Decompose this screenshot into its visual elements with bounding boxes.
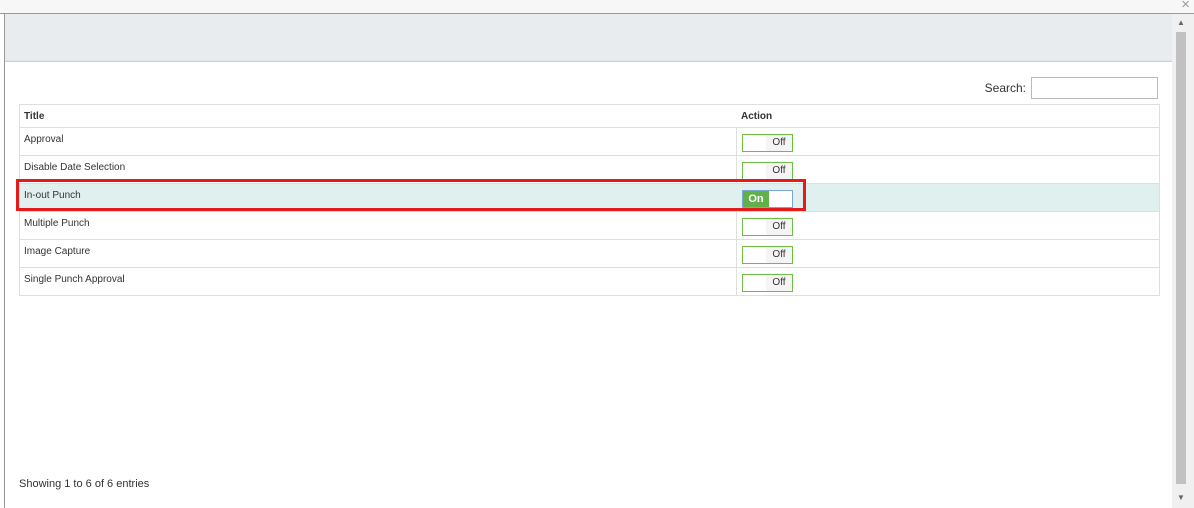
search-label: Search: — [984, 81, 1026, 95]
toggle-label: Off — [766, 135, 792, 151]
scroll-thumb[interactable] — [1176, 32, 1186, 484]
search-area: Search: — [985, 76, 1158, 100]
toggle-label: Off — [766, 275, 792, 291]
search-input[interactable] — [1031, 77, 1158, 99]
row-title: Single Punch Approval — [24, 274, 125, 285]
row-title: Image Capture — [24, 246, 91, 257]
toggle-label: Off — [766, 219, 792, 235]
toggle-label: Off — [766, 163, 792, 179]
vertical-scrollbar[interactable]: ▲ ▼ — [1172, 14, 1194, 508]
scroll-down-arrow-icon[interactable]: ▼ — [1177, 493, 1185, 502]
toggle-switch[interactable]: Off — [742, 162, 793, 180]
toggle-switch[interactable]: Off — [742, 274, 793, 292]
close-icon[interactable]: × — [1181, 0, 1190, 12]
toggle-switch[interactable]: Off — [742, 134, 793, 152]
annotation-highlight-box — [16, 179, 806, 211]
toggle-label: Off — [766, 247, 792, 263]
scroll-up-arrow-icon[interactable]: ▲ — [1177, 18, 1185, 27]
table-row: Single Punch Approval Off — [20, 268, 1159, 296]
row-title: Disable Date Selection — [24, 162, 126, 173]
table-row: Image Capture Off — [20, 240, 1159, 268]
table-row: Multiple Punch Off — [20, 212, 1159, 240]
toggle-switch[interactable]: Off — [742, 218, 793, 236]
row-title: Approval — [24, 134, 64, 145]
top-strip: × — [0, 0, 1194, 14]
table-row: Approval Off — [20, 128, 1159, 156]
row-title: Multiple Punch — [24, 218, 90, 229]
table-info: Showing 1 to 6 of 6 entries — [19, 478, 150, 490]
modal-body: Search: Title Action Approval Off Disabl… — [5, 62, 1172, 508]
column-header-action[interactable]: Action — [741, 111, 772, 122]
table-header: Title Action — [20, 104, 1159, 128]
modal-dialog: Search: Title Action Approval Off Disabl… — [4, 14, 1172, 508]
toggle-switch[interactable]: Off — [742, 246, 793, 264]
column-header-title[interactable]: Title — [24, 111, 44, 122]
modal-header — [5, 14, 1172, 62]
